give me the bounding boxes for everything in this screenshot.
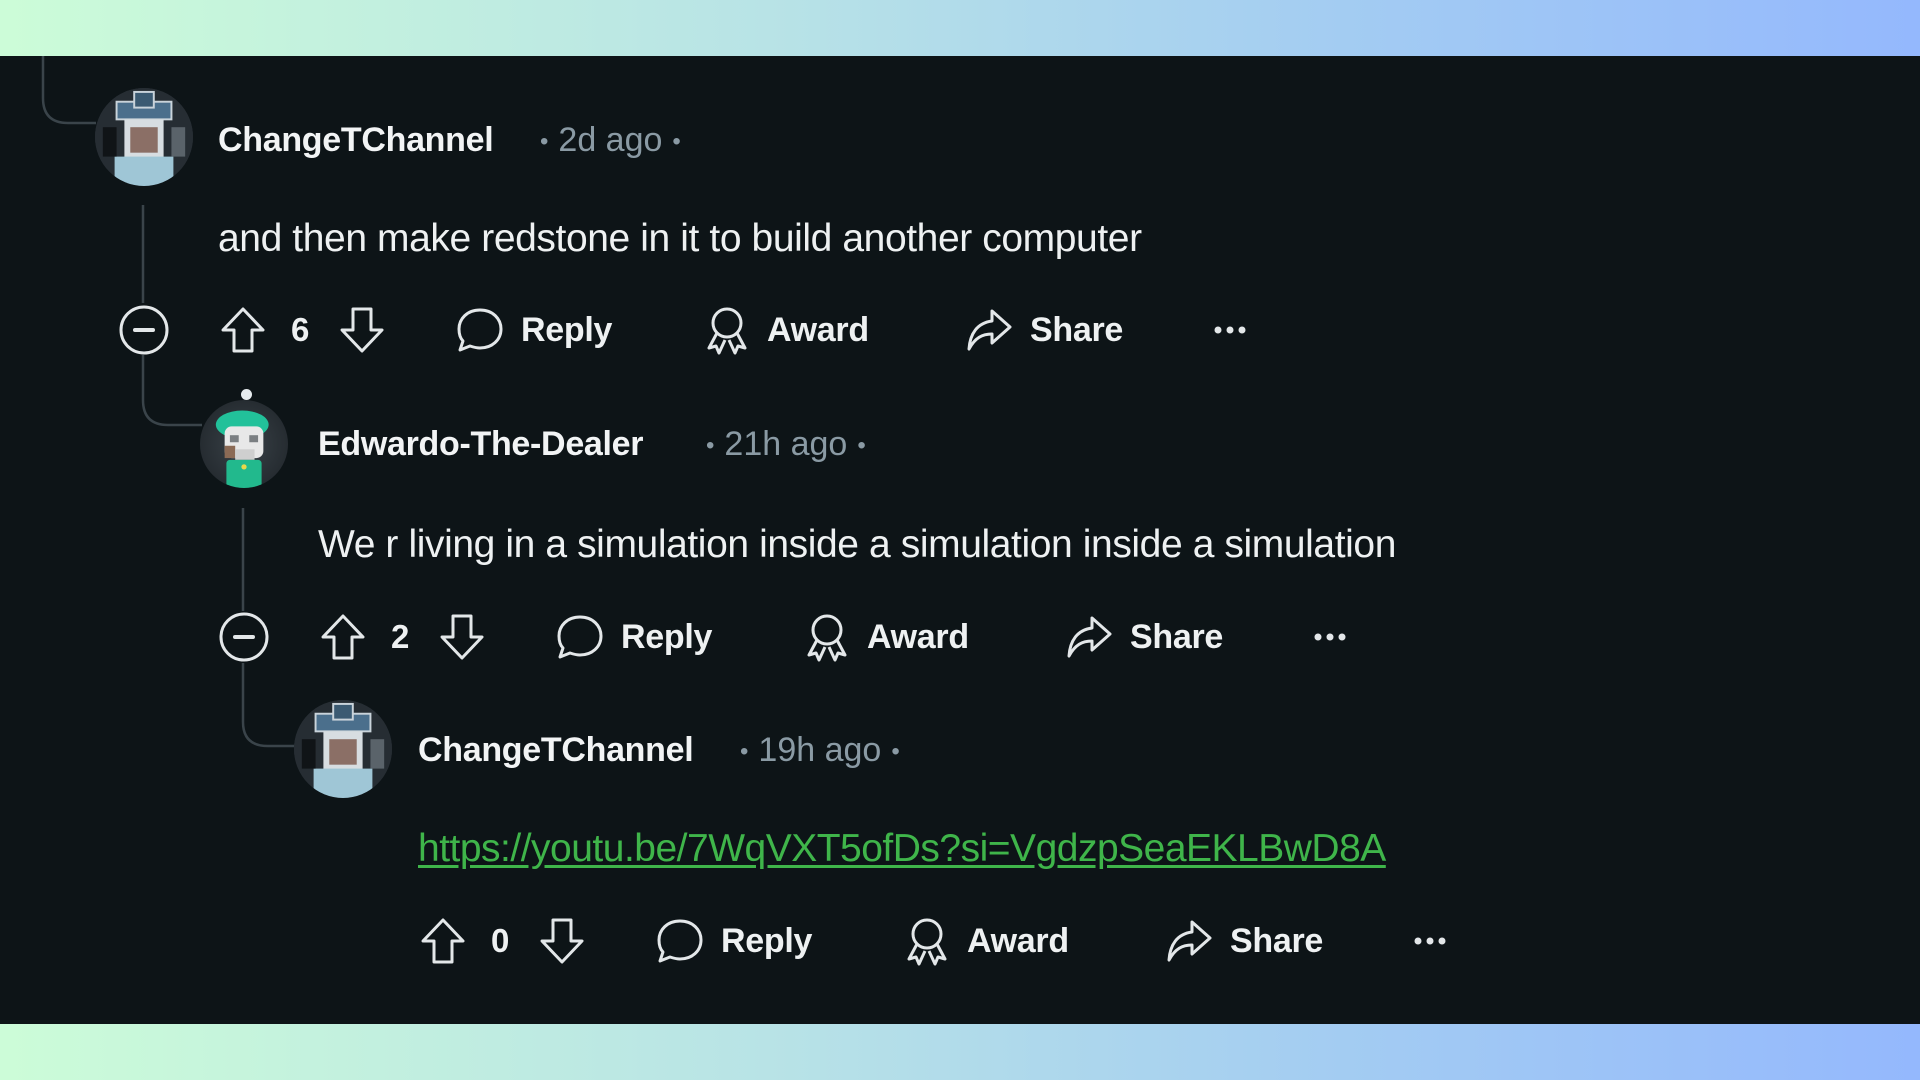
collapse-circle-icon	[219, 612, 269, 662]
share-label: Share	[1130, 617, 1223, 656]
more-options-button[interactable]	[1312, 609, 1348, 665]
reply-button[interactable]: Reply	[455, 302, 612, 358]
reply-label: Reply	[621, 617, 713, 656]
comment-username[interactable]: Edwardo-The-Dealer	[318, 424, 644, 464]
vote-count: 2	[391, 618, 410, 655]
comment-meta: • 19h ago •	[740, 731, 900, 769]
more-options-icon	[1414, 937, 1446, 945]
comment-timestamp[interactable]: 21h ago	[724, 425, 847, 463]
upvote-arrow-icon	[221, 307, 265, 353]
downvote-button[interactable]	[538, 913, 586, 969]
downvote-button[interactable]	[438, 609, 486, 665]
comment-bubble-icon	[557, 615, 603, 659]
award-label: Award	[767, 310, 869, 349]
more-options-button[interactable]	[1412, 913, 1448, 969]
avatar[interactable]	[200, 400, 288, 488]
share-arrow-icon	[1067, 616, 1112, 658]
avatar[interactable]	[95, 88, 193, 186]
reply-label: Reply	[521, 310, 613, 349]
share-label: Share	[1030, 310, 1123, 349]
vote-count: 0	[491, 922, 510, 959]
comment-body: We r living in a simulation inside a sim…	[318, 523, 1396, 566]
collapse-thread-button[interactable]	[218, 609, 270, 665]
upvote-button[interactable]	[219, 302, 267, 358]
award-label: Award	[867, 617, 969, 656]
award-ribbon-icon	[907, 918, 947, 966]
comment-bubble-icon	[457, 308, 503, 352]
share-button[interactable]: Share	[1164, 913, 1323, 969]
comment-meta: • 21h ago •	[706, 425, 866, 463]
reply-button[interactable]: Reply	[555, 609, 712, 665]
share-button[interactable]: Share	[1064, 609, 1223, 665]
share-button[interactable]: Share	[964, 302, 1123, 358]
comment-actions: 6 Reply Award Share	[0, 302, 1300, 358]
share-label: Share	[1230, 921, 1323, 960]
award-button[interactable]: Award	[703, 302, 869, 358]
share-arrow-icon	[967, 309, 1012, 351]
downvote-arrow-icon	[440, 614, 484, 660]
comment-username[interactable]: ChangeTChannel	[218, 120, 494, 160]
award-button[interactable]: Award	[803, 609, 969, 665]
comment-link[interactable]: https://youtu.be/7WqVXT5ofDs?si=VgdzpSea…	[418, 826, 1386, 872]
collapse-thread-button[interactable]	[118, 302, 170, 358]
online-status-dot	[241, 389, 252, 400]
award-button[interactable]: Award	[903, 913, 1069, 969]
comment-timestamp[interactable]: 19h ago	[758, 731, 881, 769]
reply-label: Reply	[721, 921, 813, 960]
upvote-button[interactable]	[419, 913, 467, 969]
vote-count: 6	[291, 311, 310, 348]
upvote-arrow-icon	[421, 918, 465, 964]
upvote-button[interactable]	[319, 609, 367, 665]
comment-actions: 0 Reply Award Share	[200, 913, 1500, 969]
downvote-arrow-icon	[340, 307, 384, 353]
reply-button[interactable]: Reply	[655, 913, 812, 969]
comment-actions: 2 Reply Award Share	[100, 609, 1400, 665]
downvote-arrow-icon	[540, 918, 584, 964]
more-options-icon	[1214, 326, 1246, 334]
collapse-circle-icon	[119, 305, 169, 355]
snoo-avatar-green-cap-icon	[215, 410, 269, 488]
comment-timestamp[interactable]: 2d ago	[558, 121, 662, 159]
share-arrow-icon	[1167, 920, 1212, 962]
comment-body: and then make redstone in it to build an…	[218, 217, 1142, 260]
comment-username[interactable]: ChangeTChannel	[418, 730, 694, 770]
upvote-arrow-icon	[321, 614, 365, 660]
comment-bubble-icon	[657, 919, 703, 963]
comment-meta: • 2d ago •	[540, 121, 681, 159]
user-avatar-image-icon	[294, 700, 392, 798]
user-avatar-image-icon	[95, 88, 193, 186]
award-ribbon-icon	[707, 307, 747, 355]
downvote-button[interactable]	[338, 302, 386, 358]
more-options-button[interactable]	[1212, 302, 1248, 358]
avatar[interactable]	[294, 700, 392, 798]
award-label: Award	[967, 921, 1069, 960]
more-options-icon	[1314, 633, 1346, 641]
award-ribbon-icon	[807, 614, 847, 662]
